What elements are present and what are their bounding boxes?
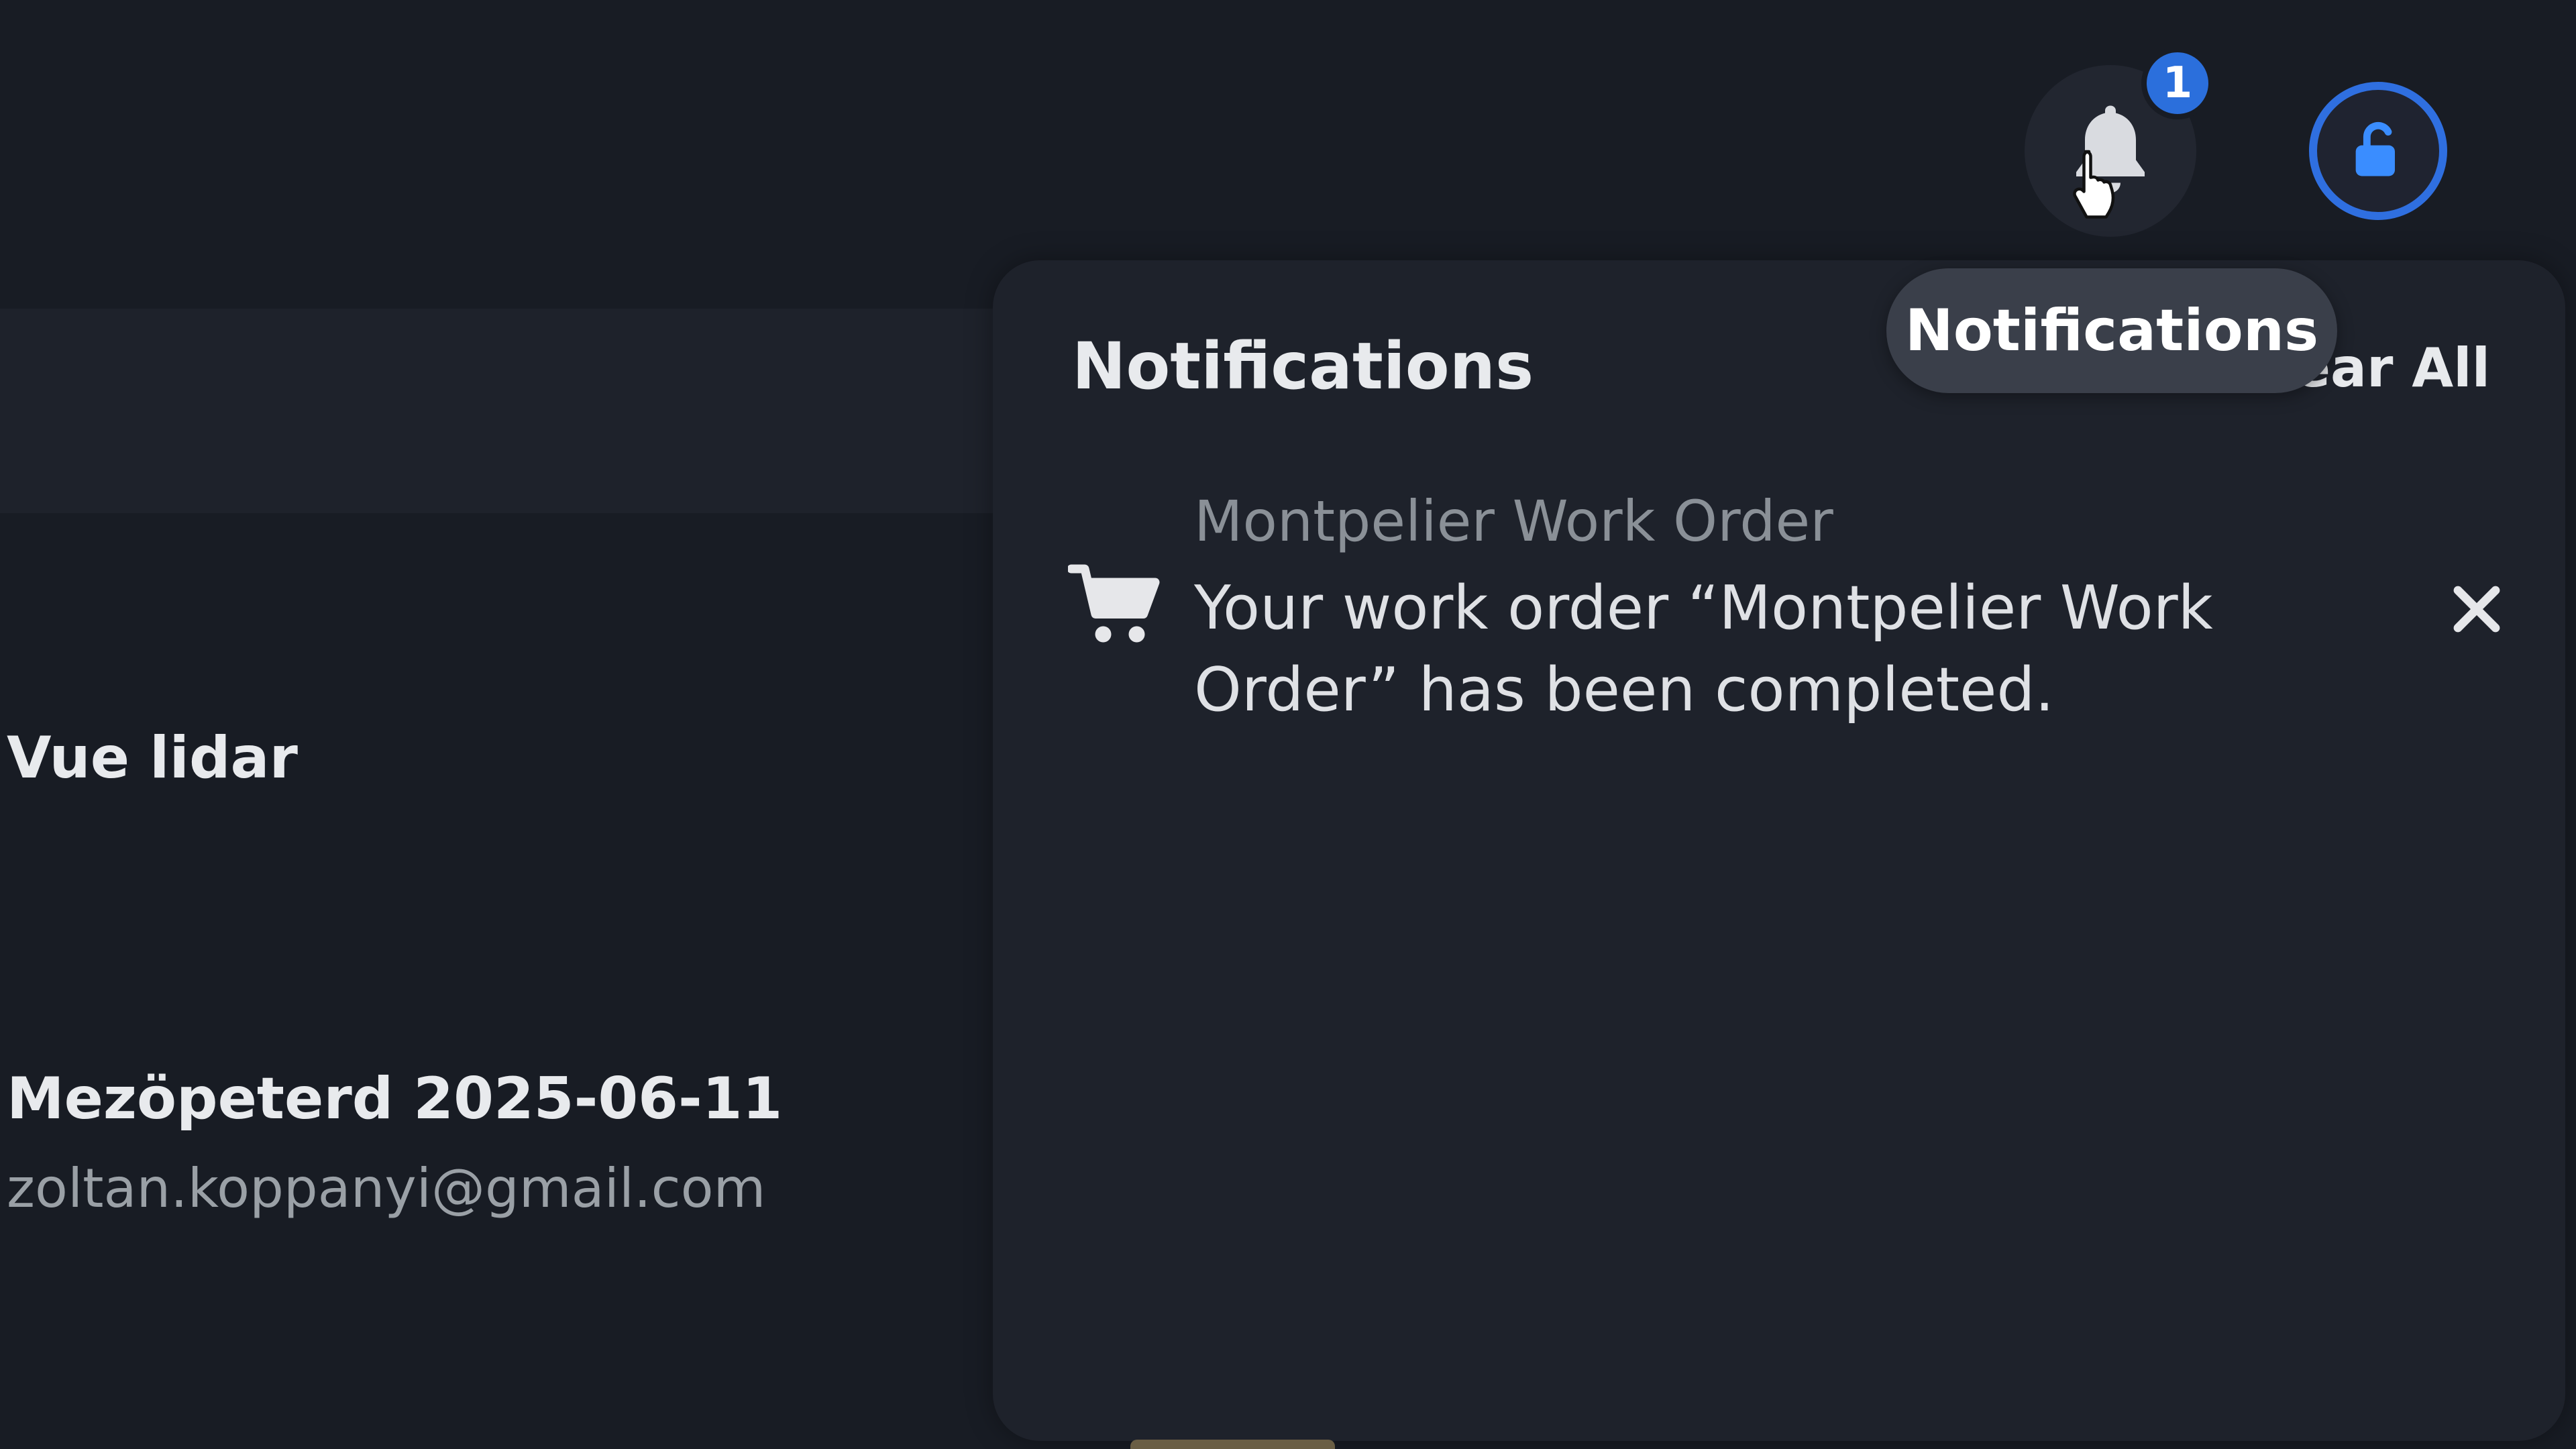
page-header-band [0, 309, 1000, 513]
hand-pointer-icon [2073, 150, 2115, 219]
list-item-subtitle: zoltan.koppanyi@gmail.com [7, 1157, 766, 1220]
notifications-count-badge: 1 [2141, 47, 2214, 119]
unlock-icon [2355, 121, 2395, 176]
project-list: Vue lidar Mezöpeterd 2025-06-11 zoltan.k… [0, 513, 1000, 1449]
notification-heading: Montpelier Work Order [1194, 488, 1833, 554]
notification-message: Your work order “Montpelier Work Order” … [1194, 573, 2213, 725]
notifications-tooltip: Notifications [1886, 268, 2337, 393]
close-icon[interactable] [2450, 582, 2504, 636]
app-root: Vue lidar Mezöpeterd 2025-06-11 zoltan.k… [0, 0, 2576, 1449]
thumbnail-peek [1130, 1440, 1335, 1449]
account-button[interactable] [2309, 82, 2447, 220]
notifications-panel: Notifications Clear All Montpelier Work … [993, 260, 2565, 1441]
list-item-title[interactable]: Vue lidar [7, 724, 298, 792]
notification-item[interactable]: Montpelier Work Order Your work order “M… [1068, 488, 2504, 770]
panel-title: Notifications [1072, 329, 1534, 404]
cart-icon [1068, 564, 1160, 643]
list-item-title[interactable]: Mezöpeterd 2025-06-11 [7, 1065, 782, 1132]
